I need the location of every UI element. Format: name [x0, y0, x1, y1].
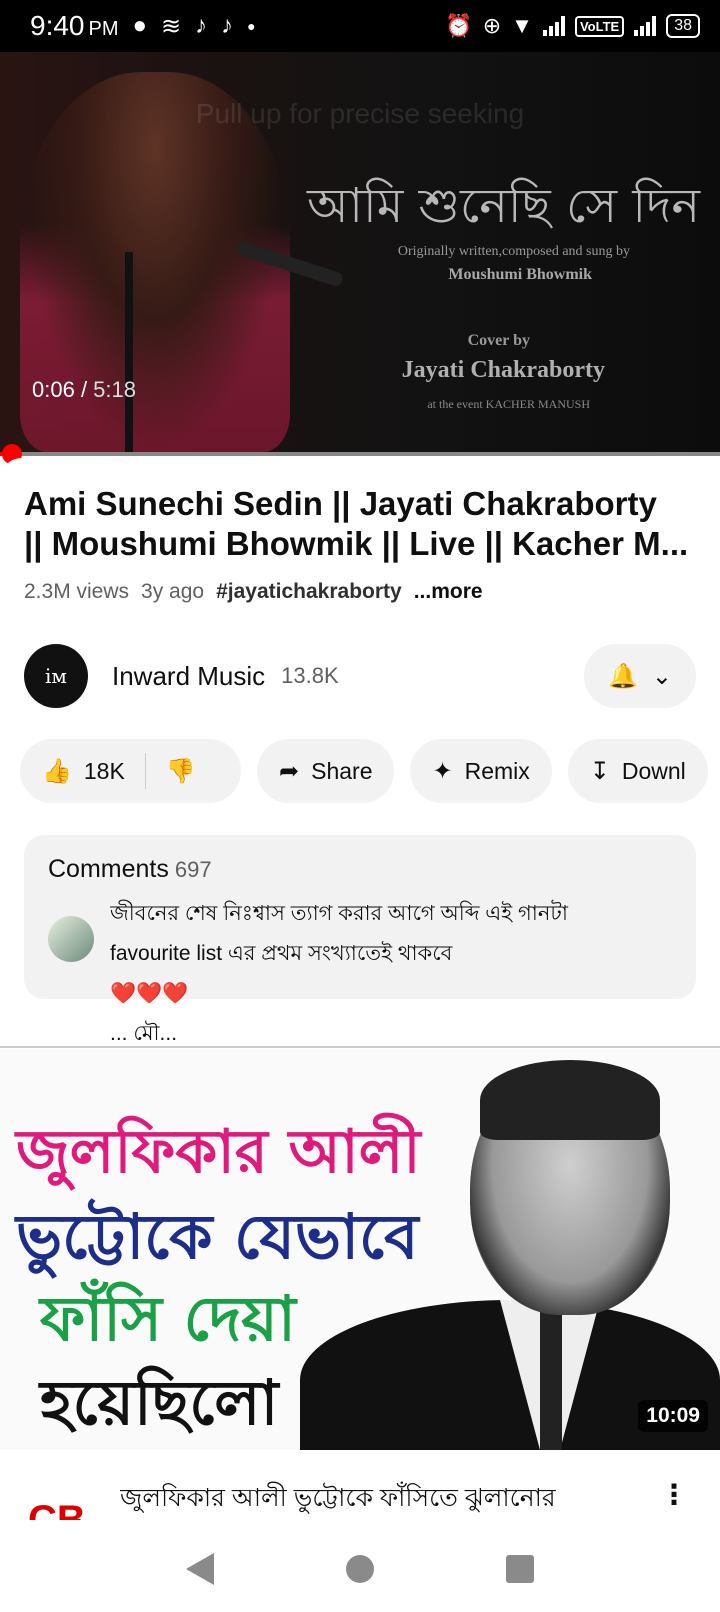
share-button[interactable]: ➦ Share [257, 739, 395, 803]
thumb-text: হয়েছিলো [40, 1366, 279, 1439]
video-title[interactable]: Ami Sunechi Sedin || Jayati Chakraborty … [24, 484, 704, 564]
comment-text: জীবনের শেষ নিঃশ্বাস ত্যাগ করার আগে অব্দি… [110, 894, 670, 1054]
thumbs-down-icon[interactable]: 👎 [166, 757, 196, 786]
next-video-thumbnail[interactable]: জুলফিকার আলী ভুট্টোকে যেভাবে ফাঁসি দেয়া… [0, 1050, 720, 1450]
remix-icon: ✦ [432, 757, 453, 785]
channel-logo[interactable]: CB [28, 1498, 86, 1520]
signal-icon [542, 16, 565, 36]
back-icon[interactable] [186, 1552, 214, 1585]
share-arrow-icon: ➦ [279, 757, 300, 785]
channel-row[interactable]: iм Inward Music 13.8K 🔔 ⌄ [24, 643, 696, 709]
system-nav-bar [0, 1525, 720, 1612]
thumbs-up-icon[interactable]: 👍 [42, 757, 72, 786]
volte-badge: VoLTE [574, 15, 625, 37]
wifi-icon: ▼ [511, 13, 533, 38]
overlay-credit: Jayati Chakraborty [401, 357, 605, 383]
remix-button[interactable]: ✦ Remix [410, 739, 552, 803]
hearts-emoji: ❤️❤️❤️ [110, 982, 189, 1005]
recents-icon[interactable] [506, 1554, 534, 1583]
alarm-icon: ⏰ [445, 13, 473, 38]
progress-track[interactable] [0, 452, 720, 456]
comments-header: Comments 697 [48, 855, 212, 883]
overlay-title: আমি শুনেছি সে দিন [306, 178, 700, 234]
top-comment: জীবনের শেষ নিঃশ্বাস ত্যাগ করার আগে অব্দি… [48, 894, 672, 1054]
comment-count: 697 [174, 857, 212, 882]
comments-panel[interactable]: Comments 697 জীবনের শেষ নিঃশ্বাস ত্যাগ কর… [24, 835, 696, 1045]
more-options-icon[interactable]: ⋮ [660, 1478, 688, 1511]
tiktok-icon: ♪ [195, 12, 208, 39]
wave-icon: ≋ [161, 12, 182, 40]
video-player[interactable]: Pull up for precise seeking আমি শুনেছি স… [0, 52, 720, 454]
action-bar: 👍 18K 👎 ➦ Share ✦ Remix ↧ Downl [20, 739, 720, 803]
video-meta[interactable]: 2.3M views 3y ago #jayatichakraborty ...… [24, 580, 483, 604]
upload-age: 3y ago [141, 580, 205, 603]
subscriber-count: 13.8K [281, 663, 339, 688]
notification-bell-button[interactable]: 🔔 ⌄ [584, 644, 696, 708]
overlay-credit: Originally written,composed and sung by [397, 244, 630, 259]
duration-badge: 10:09 [638, 1400, 708, 1432]
channel-name[interactable]: Inward Music [112, 661, 265, 692]
next-video-row[interactable]: CB জুলফিকার আলী ভুট্টোকে ফাঁসিতে ঝুলানোর… [0, 1460, 720, 1520]
view-count: 2.3M views [24, 580, 130, 603]
more-dot-icon: ● [247, 18, 256, 34]
mic-stand [125, 252, 133, 452]
signal-icon [634, 16, 657, 36]
data-saver-icon: ⊕ [482, 13, 502, 38]
bell-icon: 🔔 [608, 662, 638, 690]
commenter-avatar [48, 916, 94, 962]
battery-icon: 38 [666, 14, 700, 38]
hashtag-link[interactable]: #jayatichakraborty [216, 580, 402, 604]
timecode: 0:06 / 5:18 [32, 377, 136, 402]
like-dislike-pill: 👍 18K 👎 [20, 739, 241, 803]
section-divider [0, 1046, 720, 1048]
tiktok-icon: ♪ [221, 12, 234, 39]
home-icon[interactable] [346, 1554, 374, 1583]
overlay-credit: at the event KACHER MANUSH [427, 397, 590, 411]
status-bar: 9:40 PM ● ≋ ♪ ♪ ● ⏰ ⊕ ▼ VoLTE 38 [0, 0, 720, 52]
portrait-hair [480, 1060, 660, 1140]
channel-avatar[interactable]: iм [24, 644, 88, 708]
seek-hint: Pull up for precise seeking [195, 98, 525, 129]
system-icons: ⏰ ⊕ ▼ VoLTE 38 [445, 13, 700, 39]
chat-bubble-icon: ● [132, 12, 148, 39]
status-time: 9:40 PM [30, 10, 119, 41]
like-count[interactable]: 18K [84, 758, 125, 785]
chevron-down-icon: ⌄ [651, 662, 672, 690]
download-button[interactable]: ↧ Downl [567, 739, 708, 803]
portrait-tie [540, 1312, 562, 1450]
download-icon: ↧ [589, 757, 610, 785]
overlay-credit: Cover by [467, 332, 530, 349]
overlay-credit: Moushumi Bhowmik [448, 266, 592, 283]
pill-divider [144, 753, 146, 789]
more-link[interactable]: ...more [414, 580, 483, 604]
notification-icons: ● ≋ ♪ ♪ ● [133, 12, 256, 41]
